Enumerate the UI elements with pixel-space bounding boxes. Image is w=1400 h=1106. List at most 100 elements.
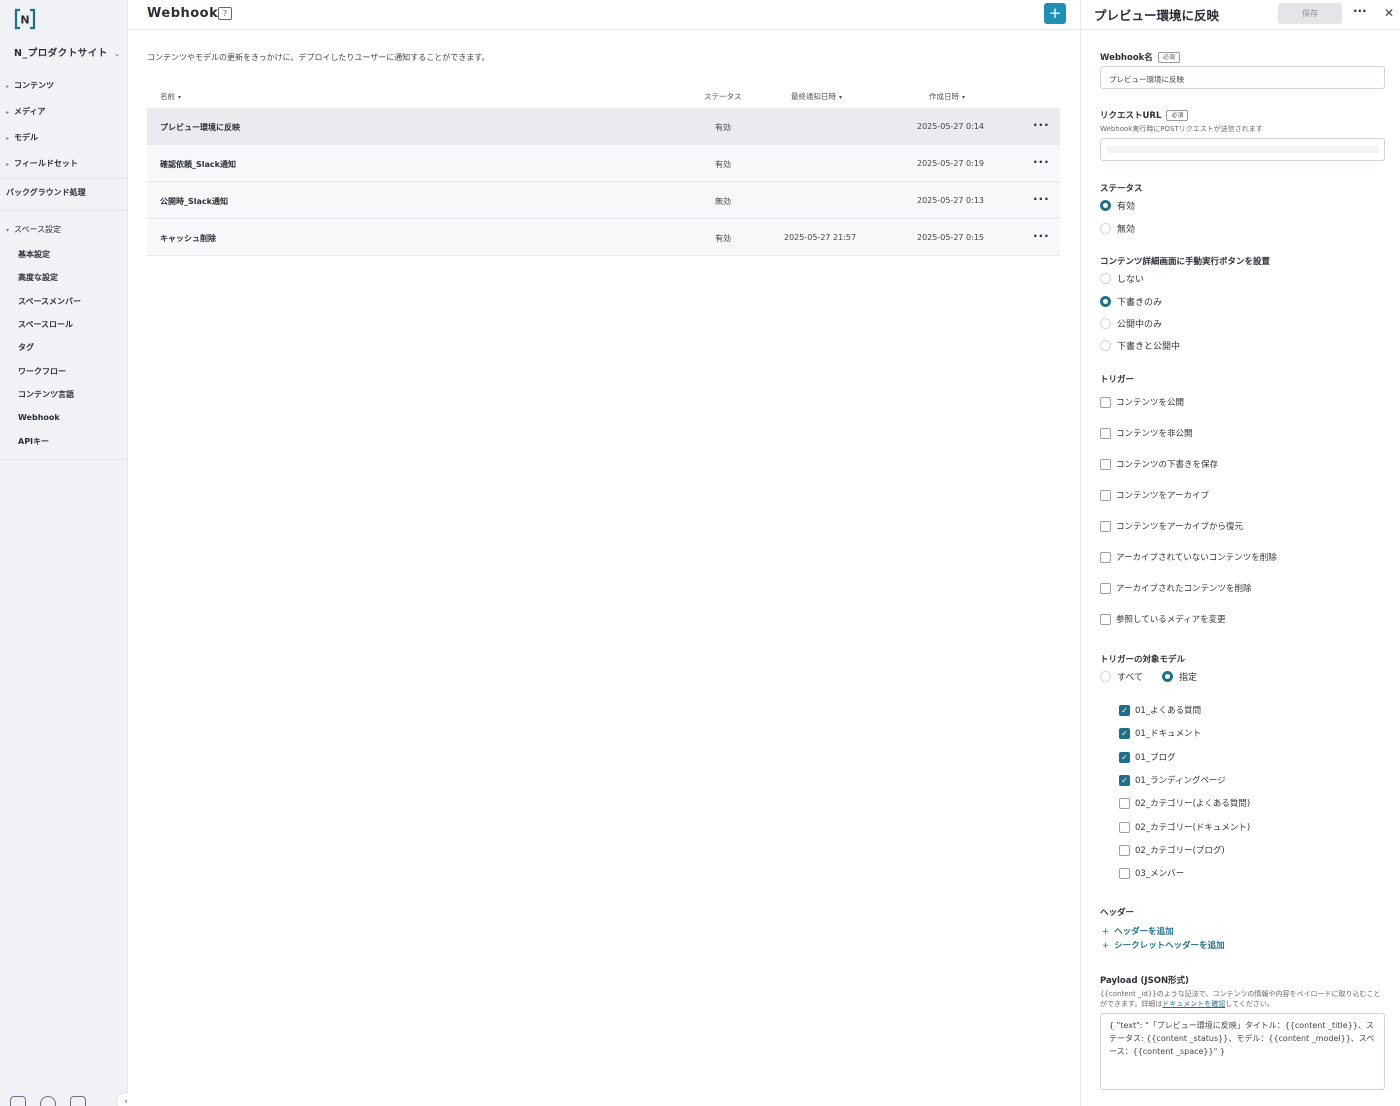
status-option-enabled[interactable]: 有効 [1100,199,1135,212]
add-webhook-button[interactable]: + [1044,3,1066,24]
column-header-last-notified[interactable]: 最終通知日時 ▾ [791,91,842,102]
row-more-icon[interactable]: ··· [1033,229,1050,243]
trigger-delete-archived[interactable]: アーカイブされたコンテンツを削除 [1100,582,1252,594]
column-label: 最終通知日時 [791,92,836,101]
sidebar-item-background[interactable]: バックグラウンド処理 [6,187,86,198]
row-more-icon[interactable]: ··· [1033,192,1050,206]
add-secret-header-link[interactable]: + シークレットヘッダーを追加 [1102,939,1225,951]
request-url-input[interactable] [1100,138,1385,161]
table-row[interactable]: プレビュー環境に反映 有効 2025-05-27 0:14 ··· [147,108,1060,145]
model-checkbox[interactable]: 01_ランディングページ [1119,774,1226,786]
required-badge: 必須 [1166,110,1189,121]
sidebar: N N_プロダクトサイト ⌄ ▸ コンテンツ ▸ メディア ▸ モデル ▸ フィールドセッ… [0,0,136,1106]
sidebar-item-advanced-settings[interactable]: 高度な設定 [18,272,58,283]
documentation-link[interactable]: ドキュメントを確認 [1162,1000,1225,1008]
sidebar-item-model[interactable]: ▸ モデル [6,132,38,143]
row-more-icon[interactable]: ··· [1033,118,1050,132]
sidebar-item-space-roles[interactable]: スペースロール [18,319,73,330]
sidebar-item-api-keys[interactable]: APIキー [18,436,49,447]
sidebar-item-label: コンテンツ [14,81,54,90]
option-label: 01_よくある質問 [1135,706,1202,716]
column-label: 作成日時 [929,92,959,101]
option-label: コンテンツをアーカイブから復元 [1116,522,1243,532]
option-label: 01_ランディングページ [1135,776,1226,786]
panel-header: プレビュー環境に反映 保存 ··· ✕ [1081,0,1400,30]
checkbox-checked-icon [1119,751,1130,763]
model-checkbox[interactable]: 02_カテゴリー(ブログ) [1119,844,1225,856]
help-icon[interactable]: ? [218,7,232,20]
checkbox-icon [1119,821,1130,833]
save-button[interactable]: 保存 [1278,3,1342,24]
row-last-notified: 2025-05-27 21:57 [784,233,857,242]
page-title: Webhook [147,6,219,21]
sidebar-item-workflow[interactable]: ワークフロー [18,366,66,377]
webhook-name-input[interactable]: プレビュー環境に反映 [1100,66,1385,89]
model-checkbox[interactable]: 02_カテゴリー(よくある質問) [1119,797,1250,809]
row-more-icon[interactable]: ··· [1033,155,1050,169]
payload-label: Payload (JSON形式) [1100,976,1189,986]
trigger-media-change[interactable]: 参照しているメディアを変更 [1100,613,1226,625]
trigger-publish[interactable]: コンテンツを公開 [1100,396,1184,408]
manual-button-label: コンテンツ詳細画面に手動実行ボタンを設置 [1100,257,1271,267]
trigger-delete-unarchived[interactable]: アーカイブされていないコンテンツを削除 [1100,551,1277,563]
row-created: 2025-05-27 0:14 [917,122,984,131]
manual-button-option-published[interactable]: 公開中のみ [1100,317,1162,330]
main-content: Webhook ? + コンテンツやモデルの更新をきっかけに、デプロイしたりユー… [128,0,1080,1106]
model-checkbox[interactable]: 03_メンバー [1119,867,1184,879]
row-status: 有効 [715,234,731,243]
model-checkbox[interactable]: 02_カテゴリー(ドキュメント) [1119,821,1250,833]
checkbox-icon [1100,520,1111,532]
add-header-link[interactable]: + ヘッダーを追加 [1102,925,1174,937]
trigger-save-draft[interactable]: コンテンツの下書きを保存 [1100,458,1218,470]
table-row[interactable]: 公開時_Slack通知 無効 2025-05-27 0:13 ··· [147,182,1060,219]
checkbox-icon [1100,551,1111,563]
status-option-disabled[interactable]: 無効 [1100,222,1135,235]
caret-right-icon: ▸ [6,135,10,142]
option-label: 下書きのみ [1117,298,1163,308]
option-label: しない [1117,275,1145,285]
trigger-unpublish[interactable]: コンテンツを非公開 [1100,427,1193,439]
panel-title: プレビュー環境に反映 [1094,8,1220,23]
table-row[interactable]: キャッシュ削除 有効 2025-05-27 21:57 2025-05-27 0… [147,219,1060,256]
model-checkbox[interactable]: 01_ドキュメント [1119,727,1201,739]
column-header-created[interactable]: 作成日時 ▾ [929,91,965,102]
sidebar-item-label: モデル [14,133,38,142]
table-row[interactable]: 確認依頼_Slack通知 有効 2025-05-27 0:19 ··· [147,145,1060,182]
model-scope-all[interactable]: すべて [1100,670,1143,683]
row-status: 有効 [715,160,731,169]
option-label: コンテンツを公開 [1116,398,1185,408]
message-icon[interactable] [70,1096,86,1106]
webhook-name-label: Webhook名 必須 [1100,51,1180,63]
sidebar-item-space-settings[interactable]: ▾ スペース設定 [6,224,61,235]
more-icon[interactable]: ··· [1353,4,1367,18]
manual-button-option-draft[interactable]: 下書きのみ [1100,295,1162,308]
sidebar-item-content-language[interactable]: コンテンツ言語 [18,389,74,400]
model-checkbox[interactable]: 01_ブログ [1119,751,1176,763]
model-checkbox[interactable]: 01_よくある質問 [1119,704,1201,716]
sidebar-item-content[interactable]: ▸ コンテンツ [6,80,54,91]
space-switcher[interactable]: N_プロダクトサイト ⌄ [14,45,121,59]
trigger-archive[interactable]: コンテンツをアーカイブ [1100,489,1209,501]
sidebar-item-media[interactable]: ▸ メディア [6,106,45,117]
column-header-name[interactable]: 名前 ▾ [160,91,181,102]
manual-button-option-both[interactable]: 下書きと公開中 [1100,339,1180,352]
link-label: ヘッダーを追加 [1114,927,1174,937]
help-circle-icon[interactable] [40,1096,56,1106]
row-created: 2025-05-27 0:15 [917,233,984,242]
caret-right-icon: ▸ [6,109,10,116]
payload-hint: {{content _id}}のような記法で、コンテンツの情報や内容をペイロード… [1100,989,1385,1009]
sidebar-item-fieldset[interactable]: ▸ フィールドセット [6,158,78,169]
sidebar-item-webhook[interactable]: Webhook [18,413,60,422]
close-icon[interactable]: ✕ [1384,6,1394,20]
option-label: 02_カテゴリー(よくある質問) [1135,799,1251,809]
sidebar-item-basic-settings[interactable]: 基本設定 [18,249,50,260]
payload-textarea[interactable]: { "text": "「プレビュー環境に反映」タイトル：{{content _t… [1100,1013,1385,1090]
manual-button-option-none[interactable]: しない [1100,272,1144,285]
trigger-restore[interactable]: コンテンツをアーカイブから復元 [1100,520,1243,532]
app-logo-icon[interactable]: N [14,8,36,30]
sidebar-item-tags[interactable]: タグ [18,342,34,353]
option-label: 01_ドキュメント [1135,729,1202,739]
sidebar-item-space-members[interactable]: スペースメンバー [18,296,81,307]
logo-mini-icon[interactable] [10,1096,26,1106]
model-scope-specified[interactable]: 指定 [1162,670,1197,683]
